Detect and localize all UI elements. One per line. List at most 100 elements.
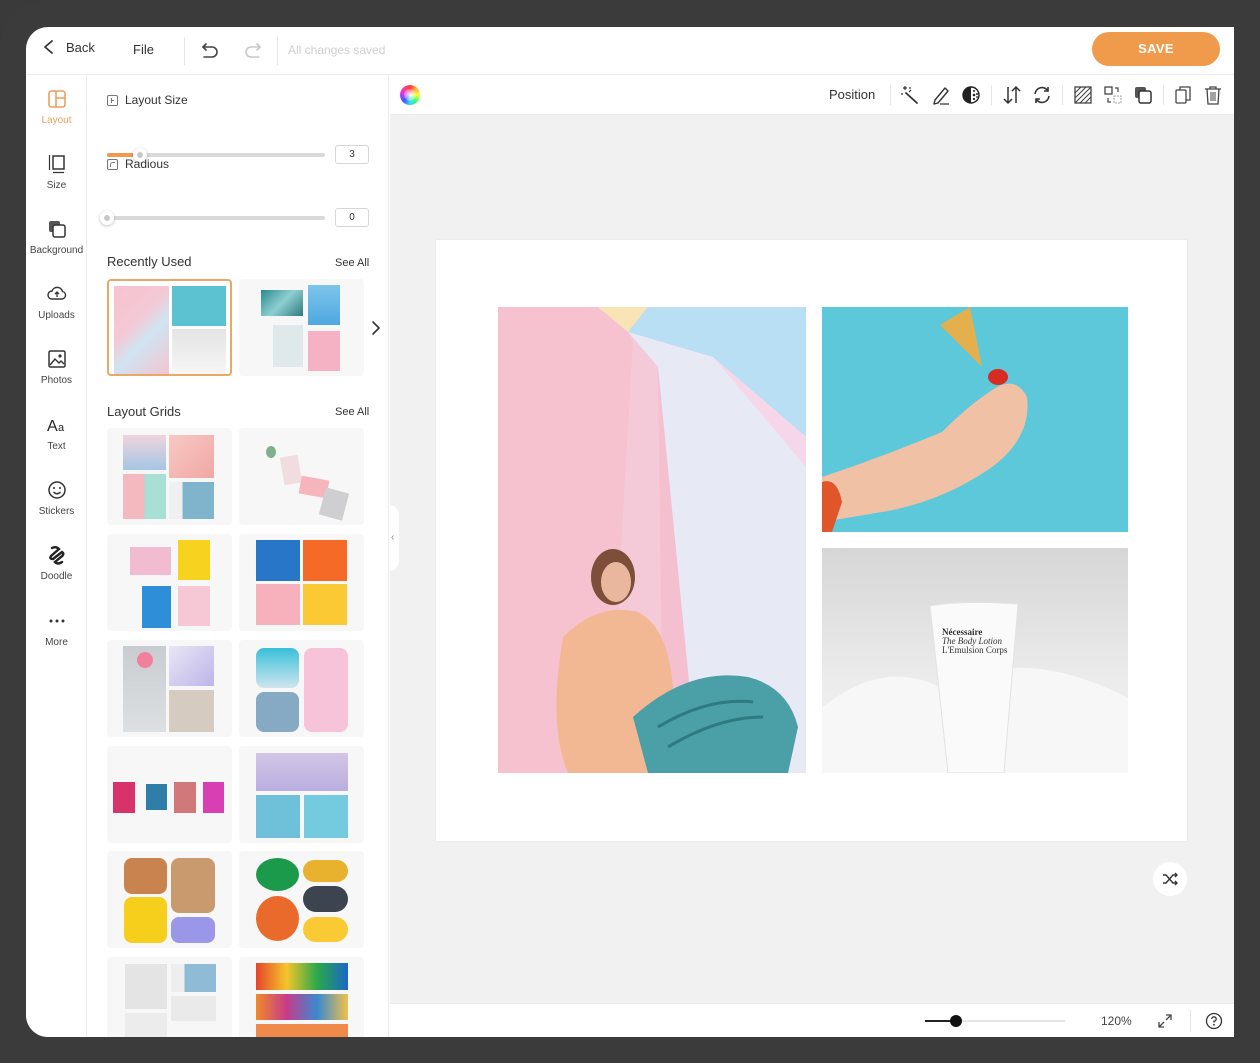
hatch-pattern-icon[interactable] — [1072, 84, 1094, 106]
color-wheel-icon[interactable] — [400, 85, 420, 105]
text-icon: Aa — [47, 418, 65, 435]
sidebar-item-stickers[interactable]: Stickers — [26, 479, 87, 517]
swap-icon[interactable] — [1102, 84, 1124, 106]
sidebar-item-uploads[interactable]: Uploads — [26, 283, 87, 321]
thumb-photo — [203, 782, 224, 813]
help-icon[interactable] — [1205, 1012, 1223, 1030]
halftone-icon[interactable] — [960, 84, 982, 106]
layers-icon[interactable] — [1132, 84, 1154, 106]
thumb-photo — [256, 753, 348, 791]
magic-wand-icon[interactable] — [899, 84, 921, 106]
bottom-bar: 120% — [390, 1003, 1234, 1037]
layout-grid-1[interactable] — [107, 428, 232, 525]
sidebar-item-layout[interactable]: Layout — [26, 88, 87, 126]
divider — [184, 37, 185, 65]
save-button[interactable]: SAVE — [1092, 32, 1220, 66]
zoom-level: 120% — [1101, 1014, 1132, 1028]
thumb-photo — [171, 858, 215, 913]
file-menu-button[interactable]: File — [133, 42, 154, 57]
layout-grid-9[interactable] — [107, 851, 232, 948]
thumb-photo — [169, 435, 214, 478]
thumb-photo — [304, 648, 348, 732]
rotate-icon[interactable] — [1031, 84, 1053, 106]
divider — [1190, 1010, 1191, 1032]
thumb-photo — [125, 964, 167, 1009]
thumb-photo — [256, 1024, 348, 1037]
sidebar-item-background[interactable]: Background — [26, 218, 87, 256]
layout-grid-11[interactable] — [107, 957, 232, 1037]
undo-icon[interactable] — [198, 40, 220, 62]
thumb-photo — [303, 860, 348, 882]
layout-grid-6[interactable] — [239, 640, 364, 737]
slider-knob[interactable] — [100, 211, 114, 225]
product-label: Nécessaire The Body Lotion L'Emulsion Co… — [942, 628, 1007, 655]
sidebar-item-label: Size — [46, 180, 67, 191]
sidebar-item-text[interactable]: Aa Text — [26, 414, 87, 452]
photo-woman-pastel[interactable] — [498, 307, 806, 773]
chevron-right-icon[interactable] — [369, 320, 383, 336]
layout-size-icon — [107, 94, 118, 106]
sidebar-item-size[interactable]: Size — [26, 153, 87, 191]
thumb-photo — [124, 897, 167, 943]
thumb-photo — [169, 646, 214, 686]
recent-layout-2[interactable] — [239, 279, 364, 376]
photo-lotion-art — [822, 601, 1128, 773]
thumb-photo — [169, 482, 214, 519]
trash-icon[interactable] — [1202, 84, 1224, 106]
layout-icon — [47, 90, 66, 108]
thumb-photo — [303, 584, 347, 625]
pencil-icon[interactable] — [930, 84, 952, 106]
redo-icon[interactable] — [243, 40, 265, 62]
thumb-photo — [172, 286, 226, 326]
radius-slider[interactable] — [100, 211, 325, 225]
shuffle-button[interactable] — [1153, 862, 1187, 896]
zoom-slider[interactable] — [925, 1015, 1065, 1027]
collage-page[interactable]: Nécessaire The Body Lotion L'Emulsion Co… — [436, 240, 1187, 841]
layout-grid-2[interactable] — [239, 428, 364, 525]
sidebar-item-label: More — [45, 637, 68, 648]
thumb-photo — [174, 782, 196, 813]
sidebar-item-doodle[interactable]: Doodle — [26, 544, 87, 582]
photo-lotion-tube[interactable]: Nécessaire The Body Lotion L'Emulsion Co… — [822, 548, 1128, 773]
recent-layout-1[interactable] — [107, 279, 232, 376]
size-icon — [48, 155, 65, 174]
sidebar-item-more[interactable]: More — [26, 610, 87, 648]
flip-vertical-icon[interactable] — [1001, 84, 1023, 106]
thumb-photo — [172, 329, 226, 374]
layout-size-input[interactable]: 3 — [335, 145, 369, 164]
thumb-photo — [256, 648, 299, 688]
recently-used-see-all[interactable]: See All — [335, 257, 369, 269]
layout-grid-8[interactable] — [239, 746, 364, 843]
layout-grid-3[interactable] — [107, 534, 232, 631]
thumb-photo — [303, 917, 348, 942]
layout-grid-12[interactable] — [239, 957, 364, 1037]
photo-hand-chip[interactable] — [822, 307, 1128, 532]
collapse-panel-handle[interactable]: ‹ — [389, 505, 399, 571]
position-button[interactable]: Position — [829, 87, 875, 102]
sidebar-item-label: Text — [47, 441, 66, 452]
layout-grids-see-all[interactable]: See All — [335, 406, 369, 418]
thumb-photo — [125, 1013, 167, 1037]
expand-icon[interactable] — [1156, 1012, 1174, 1030]
thumb-photo — [178, 540, 210, 580]
radius-input[interactable]: 0 — [335, 208, 369, 227]
thumb-photo — [169, 690, 214, 732]
divider — [991, 85, 992, 105]
layout-grid-10[interactable] — [239, 851, 364, 948]
layout-grid-7[interactable] — [107, 746, 232, 843]
sidebar-item-label: Background — [29, 245, 84, 256]
layout-size-label: Layout Size — [107, 93, 188, 107]
duplicate-icon[interactable] — [1172, 84, 1194, 106]
thumb-photo — [256, 795, 300, 838]
zoom-slider-knob[interactable] — [949, 1015, 962, 1027]
sidebar-item-label: Photos — [40, 375, 73, 386]
back-button[interactable]: Back — [42, 39, 95, 55]
sidebar-item-photos[interactable]: Photos — [26, 348, 87, 386]
thumb-photo — [256, 584, 300, 625]
thumb-photo — [308, 331, 340, 371]
layout-grid-4[interactable] — [239, 534, 364, 631]
layout-grid-5[interactable] — [107, 640, 232, 737]
radius-icon — [107, 158, 118, 170]
sidebar-item-label: Layout — [41, 115, 72, 126]
app-screen: Back File All changes saved SAVE Layout … — [26, 27, 1234, 1037]
